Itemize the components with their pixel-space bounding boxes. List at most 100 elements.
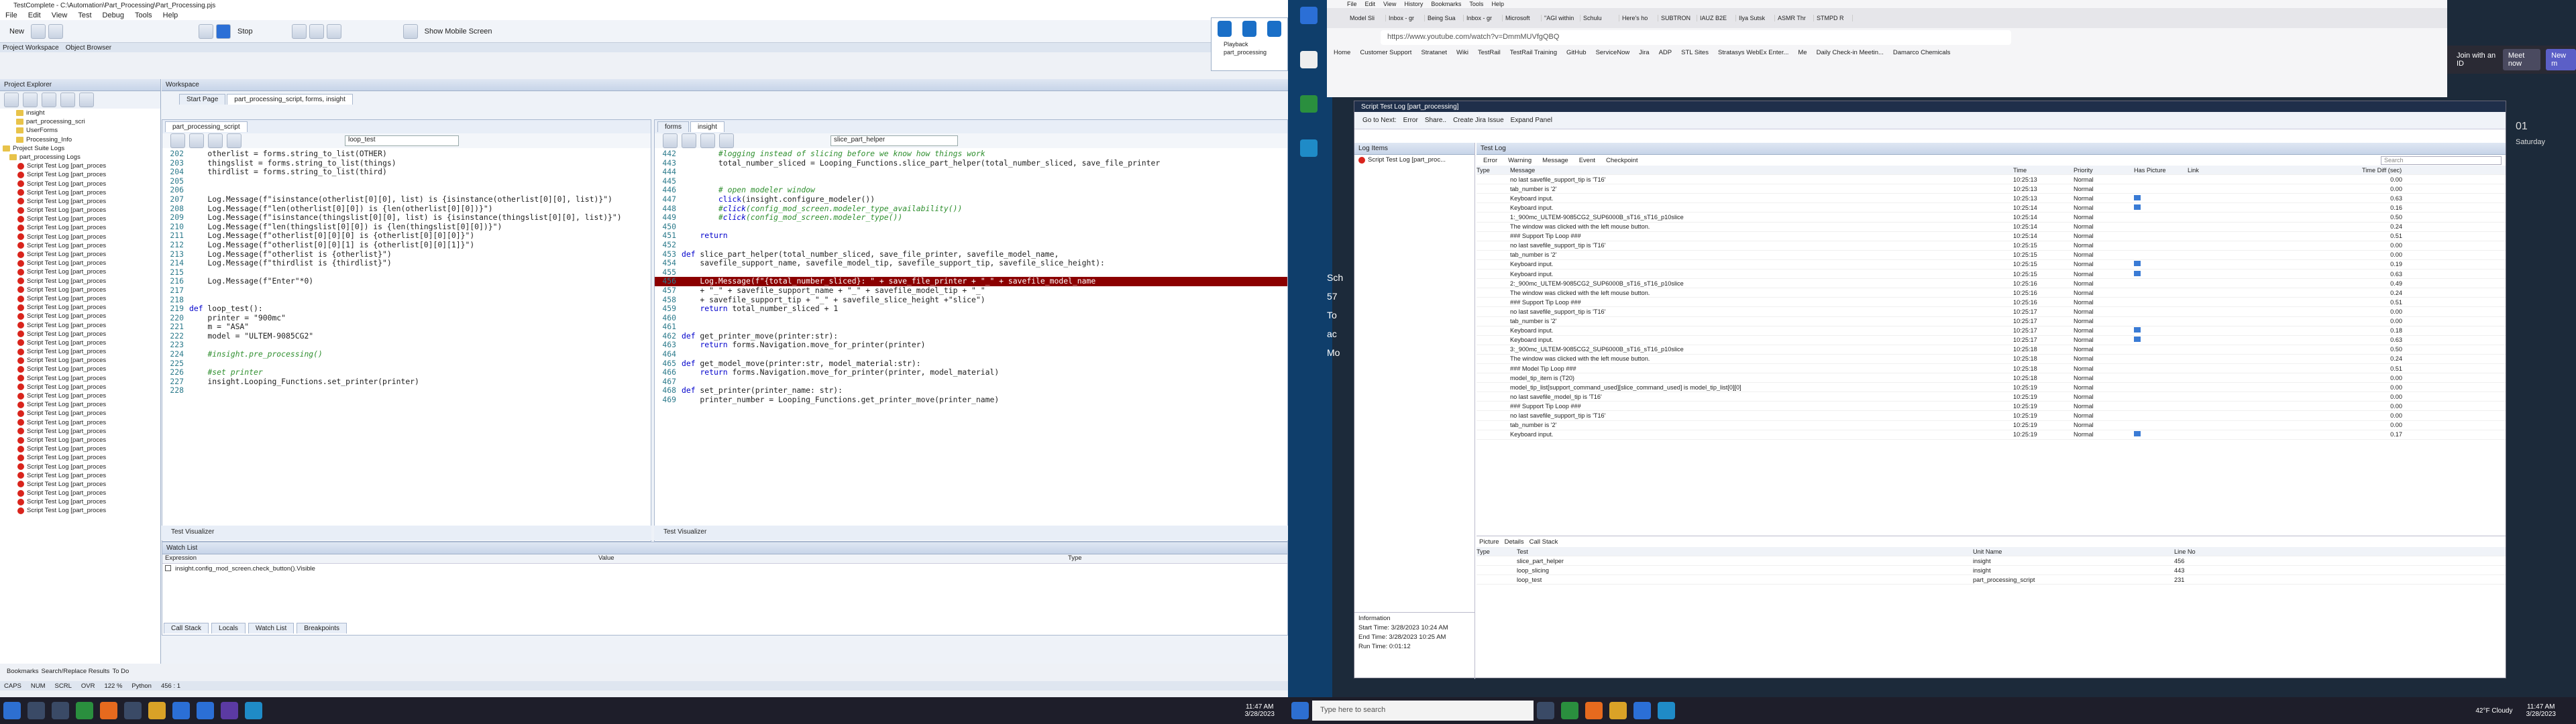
- log-row[interactable]: Keyboard input. 10:25:17 Normal 0.18: [1477, 326, 2506, 336]
- tree-log-item[interactable]: Script Test Log [part_proces: [3, 497, 160, 506]
- tab-project[interactable]: Project Workspace: [3, 44, 59, 52]
- menu-item-test[interactable]: Test: [72, 11, 97, 19]
- url-field[interactable]: https://www.youtube.com/watch?v=DmmMUVfg…: [1381, 30, 2011, 45]
- filter-warning[interactable]: Warning: [1508, 157, 1532, 164]
- browser-menu-item[interactable]: File: [1347, 1, 1357, 7]
- tab-footer[interactable]: Bookmarks: [7, 668, 39, 676]
- tree-log-item[interactable]: Script Test Log [part_proces: [3, 233, 160, 241]
- left-code-area[interactable]: 202 otherlist = forms.string_to_list(OTH…: [162, 148, 651, 396]
- browser-tab[interactable]: Being Sua: [1425, 15, 1464, 21]
- refresh-icon[interactable]: [4, 93, 19, 107]
- tree-log-item[interactable]: Script Test Log [part_proces: [3, 436, 160, 444]
- filter-message[interactable]: Message: [1542, 157, 1568, 164]
- browser-tab[interactable]: Microsoft: [1503, 15, 1542, 21]
- tab-project[interactable]: Object Browser: [66, 44, 111, 52]
- browser-menu-item[interactable]: Bookmarks: [1431, 1, 1461, 7]
- tab-footer[interactable]: To Do: [112, 668, 129, 676]
- log-toolbar-button[interactable]: Expand Panel: [1511, 117, 1552, 124]
- run-icon[interactable]: [199, 23, 214, 39]
- tree-log-item[interactable]: Script Test Log [part_proces: [3, 453, 160, 462]
- bookmark[interactable]: TestRail: [1478, 49, 1501, 56]
- desktop-shortcut-icon[interactable]: [1300, 95, 1318, 113]
- log-row[interactable]: tab_number is '2' 10:25:15 Normal 0.00: [1477, 251, 2506, 260]
- tree-log-item[interactable]: Script Test Log [part_proces: [3, 267, 160, 276]
- tree-log-item[interactable]: Script Test Log [part_proces: [3, 330, 160, 339]
- log-item[interactable]: Script Test Log [part_proc...: [1354, 155, 1474, 165]
- tree-log-item[interactable]: Script Test Log [part_proces: [3, 365, 160, 373]
- teams-icon[interactable]: [124, 702, 142, 719]
- tree-log-item[interactable]: Script Test Log [part_proces: [3, 400, 160, 409]
- stop-button[interactable]: Stop: [232, 27, 258, 36]
- tree-log-item[interactable]: Script Test Log [part_proces: [3, 259, 160, 267]
- log-row[interactable]: The window was clicked with the left mou…: [1477, 355, 2506, 364]
- tab-forms[interactable]: forms: [657, 121, 689, 132]
- log-row[interactable]: The window was clicked with the left mou…: [1477, 288, 2506, 298]
- log-row[interactable]: no last savefile_support_tip is 'T16' 10:…: [1477, 411, 2506, 421]
- tree-log-item[interactable]: Script Test Log [part_proces: [3, 463, 160, 471]
- log-row[interactable]: tab_number is '2' 10:25:19 Normal 0.00: [1477, 421, 2506, 430]
- stack-row[interactable]: loop_slicing insight 443: [1477, 566, 2506, 576]
- routine-dropdown[interactable]: slice_part_helper: [830, 135, 958, 146]
- search-icon[interactable]: [28, 702, 45, 719]
- tree-log-item[interactable]: Script Test Log [part_proces: [3, 170, 160, 179]
- comment-icon[interactable]: [719, 133, 734, 148]
- tree-log-item[interactable]: Script Test Log [part_proces: [3, 480, 160, 489]
- tab-detail[interactable]: Call Stack: [1529, 538, 1558, 546]
- tab-insight[interactable]: insight: [690, 121, 724, 132]
- outlook-icon[interactable]: [197, 702, 214, 719]
- bookmark[interactable]: Stratasys WebEx Enter...: [1718, 49, 1788, 56]
- tree-log-item[interactable]: Script Test Log [part_proces: [3, 489, 160, 497]
- taskbar-search-input[interactable]: Type here to search: [1312, 701, 1534, 721]
- bookmark[interactable]: ADP: [1659, 49, 1672, 56]
- delete-icon[interactable]: [42, 93, 56, 107]
- menu-item-tools[interactable]: Tools: [129, 11, 158, 19]
- tree-log-item[interactable]: Script Test Log [part_proces: [3, 321, 160, 330]
- browser-tab[interactable]: Inbox - gr: [1464, 15, 1503, 21]
- log-row[interactable]: 1:_900mc_ULTEM-9085CG2_SUP6000B_sT16_sT1…: [1477, 213, 2506, 223]
- save-icon[interactable]: [31, 23, 46, 39]
- tab-debug[interactable]: Locals: [211, 623, 246, 634]
- tree-log-item[interactable]: Script Test Log [part_proces: [3, 180, 160, 188]
- menu-item-file[interactable]: File: [0, 11, 23, 19]
- log-row[interactable]: ### Support Tip Loop ### 10:25:14 Normal 0.…: [1477, 232, 2506, 241]
- tree-log-item[interactable]: Script Test Log [part_proces: [3, 294, 160, 303]
- tree-log-item[interactable]: Script Test Log [part_proces: [3, 444, 160, 453]
- pause-playback-icon[interactable]: [1242, 21, 1256, 37]
- log-toolbar-button[interactable]: Share..: [1425, 117, 1446, 124]
- tree-log-item[interactable]: Script Test Log [part_proces: [3, 339, 160, 347]
- forward-icon[interactable]: [189, 133, 204, 148]
- log-row[interactable]: no last savefile_support_tip is 'T16' 10:…: [1477, 175, 2506, 185]
- pause-icon[interactable]: [291, 23, 307, 39]
- browser-tab[interactable]: ASMR Thr: [1775, 15, 1814, 21]
- filter-icon[interactable]: [60, 93, 75, 107]
- tab-workspace[interactable]: Start Page: [179, 94, 226, 105]
- browser-tab[interactable]: Schulu: [1580, 15, 1619, 21]
- log-search-input[interactable]: Search: [2381, 156, 2502, 165]
- testcomplete-icon[interactable]: [245, 702, 262, 719]
- chrome-icon[interactable]: [1561, 702, 1578, 719]
- bookmark[interactable]: Me: [1798, 49, 1807, 56]
- explorer-icon[interactable]: [148, 702, 166, 719]
- tree-log-item[interactable]: Script Test Log [part_proces: [3, 215, 160, 223]
- log-row[interactable]: tab_number is '2' 10:25:17 Normal 0.00: [1477, 317, 2506, 326]
- indent-icon[interactable]: [700, 133, 715, 148]
- watch-row[interactable]: insight.config_mod_screen.check_button()…: [162, 564, 1287, 574]
- log-row[interactable]: ### Support Tip Loop ### 10:25:16 Normal 0.…: [1477, 298, 2506, 308]
- right-code-area[interactable]: 442 #logging instead of slicing before w…: [655, 148, 1287, 405]
- open-icon[interactable]: [48, 23, 64, 39]
- log-row[interactable]: ### Support Tip Loop ### 10:25:19 Normal 0.…: [1477, 402, 2506, 412]
- record-icon[interactable]: [326, 23, 341, 39]
- tree-log-item[interactable]: Script Test Log [part_proces: [3, 427, 160, 436]
- tree-log-item[interactable]: Script Test Log [part_proces: [3, 241, 160, 250]
- tree-log-item[interactable]: Script Test Log [part_proces: [3, 188, 160, 197]
- browser-menu-item[interactable]: History: [1404, 1, 1423, 7]
- bookmark[interactable]: Jira: [1639, 49, 1649, 56]
- browser-menu-item[interactable]: Edit: [1365, 1, 1376, 7]
- tab-debug[interactable]: Call Stack: [164, 623, 209, 634]
- log-toolbar-button[interactable]: Create Jira Issue: [1453, 117, 1504, 124]
- tree-log-item[interactable]: Script Test Log [part_proces: [3, 374, 160, 383]
- tab-footer[interactable]: Search/Replace Results: [42, 668, 110, 676]
- show-mobile-screen-button[interactable]: Show Mobile Screen: [419, 27, 498, 36]
- bookmark[interactable]: Home: [1334, 49, 1350, 56]
- log-row[interactable]: 3:_900mc_ULTEM-9085CG2_SUP6000B_sT16_sT1…: [1477, 345, 2506, 355]
